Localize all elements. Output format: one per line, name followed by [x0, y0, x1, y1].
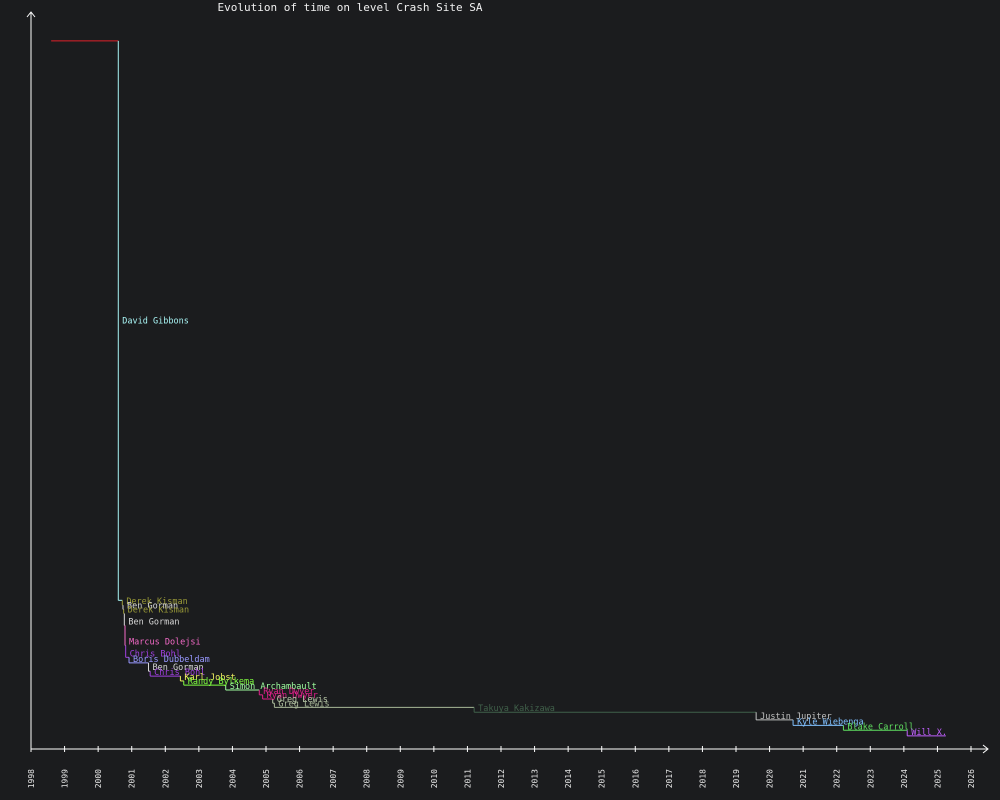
- x-tick-label: 2005: [262, 769, 271, 788]
- time-evolution-chart: Evolution of time on level Crash Site SA…: [26, 1, 989, 788]
- x-tick-label: 2007: [329, 769, 338, 788]
- x-tick-label: 2018: [698, 769, 707, 788]
- record-lines: [51, 40, 946, 737]
- record-label: Marcus Dolejsi: [129, 638, 201, 648]
- x-tick-label: 2017: [665, 769, 674, 788]
- x-tick-label: 2020: [766, 769, 775, 788]
- x-tick-label: 2022: [833, 769, 842, 788]
- x-tick-label: 2004: [228, 769, 237, 788]
- record-labels: David GibbonsDerek KismanBen GormanDerek…: [122, 317, 947, 738]
- x-tick-label: 2010: [430, 769, 439, 788]
- x-tick-label: 2025: [933, 769, 942, 788]
- x-tick-label: 2009: [396, 769, 405, 788]
- x-tick-label: 2015: [598, 769, 607, 788]
- x-tick-label: 1999: [61, 769, 70, 788]
- x-tick-label: 2003: [195, 769, 204, 788]
- record-label: Blake Carroll: [847, 722, 914, 732]
- record-label: Ben Gorman: [128, 617, 179, 627]
- x-tick-label: 2001: [128, 769, 137, 788]
- record-label: Derek Kisman: [128, 606, 189, 616]
- x-tick-label: 2013: [531, 769, 540, 788]
- record-label: David Gibbons: [122, 317, 189, 327]
- x-tick-label: 2014: [564, 769, 573, 788]
- x-tick-label: 2026: [967, 769, 976, 788]
- x-tick-label: 2002: [161, 769, 170, 788]
- x-tick-label: 2024: [900, 769, 909, 788]
- x-tick-label: 2008: [363, 769, 372, 788]
- x-tick-label: 2006: [296, 769, 305, 788]
- record-label: Will X.: [911, 728, 947, 738]
- x-tick-label: 1998: [27, 769, 36, 788]
- x-tick-label: 2012: [497, 769, 506, 788]
- x-ticks: 1998 1999 2000 2001 2002 2003 2004 2005 2006 2007…: [27, 746, 976, 788]
- x-tick-label: 2011: [463, 769, 472, 788]
- x-tick-label: 2021: [799, 769, 808, 788]
- x-tick-label: 2000: [94, 769, 103, 788]
- x-tick-label: 2023: [866, 769, 875, 788]
- record-label: Takuya Kakizawa: [478, 704, 555, 714]
- record-label: Greg Lewis: [278, 699, 329, 709]
- chart-title: Evolution of time on level Crash Site SA: [218, 1, 483, 14]
- x-tick-label: 2019: [732, 769, 741, 788]
- x-tick-label: 2016: [631, 769, 640, 788]
